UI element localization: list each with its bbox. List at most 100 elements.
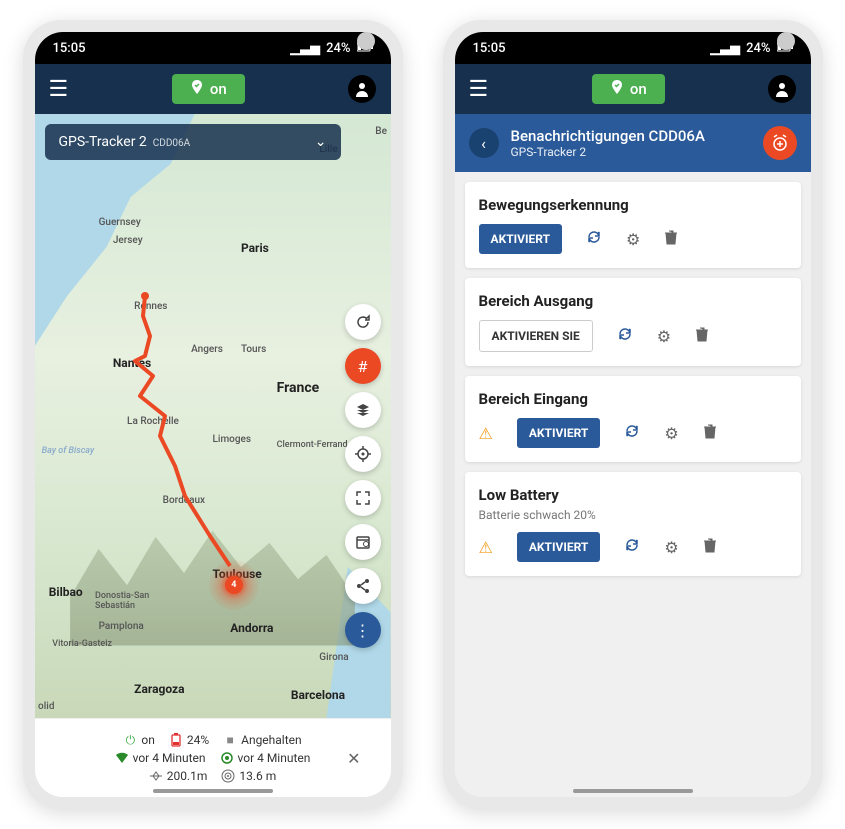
city-label: Zaragoza [134, 682, 184, 696]
sync-icon[interactable] [586, 229, 602, 249]
add-alarm-button[interactable] [763, 126, 797, 160]
notification-card: Bereich Ausgang AKTIVIEREN SIE ⚙ [465, 278, 801, 366]
calendar-button[interactable] [345, 524, 381, 560]
city-label: Nantes [113, 356, 151, 370]
app-header: ☰ on [455, 64, 811, 114]
city-label: Clermont-Ferrand [277, 440, 348, 450]
city-label: Vitoria-Gasteiz [52, 639, 112, 649]
gear-icon[interactable]: ⚙ [664, 424, 678, 443]
info-accuracy: 13.6 m [239, 769, 276, 783]
city-label: Barcelona [291, 688, 345, 702]
altitude-icon [149, 769, 163, 783]
on-label: on [630, 80, 647, 98]
avatar-button[interactable] [348, 75, 376, 103]
phone-frame-notifications: 15:05 ▁▃▅ 24% ☰ on ‹ Benachrichtigungen … [443, 20, 823, 809]
signal-icon: ▁▃▅ [290, 41, 320, 56]
gear-icon[interactable]: ⚙ [664, 538, 678, 557]
card-title: Bereich Ausgang [479, 292, 787, 310]
info-altitude: 200.1m [167, 769, 208, 783]
tracker-dropdown[interactable]: GPS-Tracker 2 CDD06A ⌄ [45, 124, 341, 160]
warning-icon: ⚠ [479, 424, 493, 443]
sea-label: Bay of Biscay [42, 446, 95, 456]
app-header: ☰ on [35, 64, 391, 114]
camera-notch [357, 32, 375, 50]
menu-icon[interactable]: ☰ [469, 77, 489, 102]
trash-icon[interactable] [664, 229, 678, 249]
gear-icon[interactable]: ⚙ [657, 327, 671, 346]
page-title: Benachrichtigungen CDD06A [511, 127, 751, 145]
map-canvas[interactable]: Guernsey Jersey Paris Lille Be Rennes Na… [35, 114, 391, 718]
location-marker[interactable]: 4 [225, 576, 243, 594]
phone-frame-map: 15:05 ▁▃▅ 24% ☰ on Guernsey Jersey Paris… [23, 20, 403, 809]
notifications-header: ‹ Benachrichtigungen CDD06A GPS-Tracker … [455, 114, 811, 172]
city-label: Girona [319, 652, 348, 663]
activate-button[interactable]: AKTIVIERT [517, 418, 601, 448]
layers-button[interactable] [345, 392, 381, 428]
status-bar: 15:05 ▁▃▅ 24% [455, 32, 811, 64]
camera-notch [777, 32, 795, 50]
city-label: olid [38, 701, 54, 712]
signal-icon: ▁▃▅ [710, 41, 740, 56]
menu-icon[interactable]: ☰ [49, 77, 69, 102]
tracker-on-button[interactable]: on [172, 74, 245, 104]
city-label: Donostia-San Sebastián [95, 591, 149, 611]
status-time: 15:05 [53, 41, 86, 56]
screen-map: 15:05 ▁▃▅ 24% ☰ on Guernsey Jersey Paris… [35, 32, 391, 797]
city-label: Angers [191, 344, 223, 355]
info-panel: ⏻on 24% ■Angehalten vor 4 Minuten vor 4 … [35, 718, 391, 797]
card-subtitle: Batterie schwach 20% [479, 508, 787, 522]
status-battery: 24% [746, 41, 770, 56]
home-indicator [153, 789, 273, 793]
tracker-on-button[interactable]: on [592, 74, 665, 104]
sync-icon[interactable] [617, 326, 633, 346]
notification-card: Low Battery Batterie schwach 20% ⚠ AKTIV… [465, 472, 801, 576]
hashtag-button[interactable]: # [345, 348, 381, 384]
activate-button[interactable]: AKTIVIERT [479, 224, 563, 254]
gps-icon [220, 751, 234, 765]
pin-check-icon [610, 80, 624, 98]
avatar-button[interactable] [768, 75, 796, 103]
trash-icon[interactable] [703, 423, 717, 443]
info-wifi-time: vor 4 Minuten [133, 751, 206, 765]
activate-button[interactable]: AKTIVIEREN SIE [479, 320, 593, 352]
more-button[interactable]: ⋮ [345, 612, 381, 648]
on-label: on [210, 80, 227, 98]
info-status: on [141, 733, 154, 747]
locate-button[interactable] [345, 436, 381, 472]
power-icon: ⏻ [123, 733, 137, 747]
city-label: Be [375, 126, 387, 137]
fullscreen-button[interactable] [345, 480, 381, 516]
country-label: Andorra [230, 621, 273, 635]
gear-icon[interactable]: ⚙ [626, 230, 640, 249]
city-label: Bilbao [49, 585, 83, 599]
back-button[interactable]: ‹ [469, 128, 499, 158]
info-gps-time: vor 4 Minuten [238, 751, 311, 765]
pin-check-icon [190, 80, 204, 98]
city-label: Guernsey [99, 217, 141, 228]
warning-icon: ⚠ [479, 538, 493, 557]
status-time: 15:05 [473, 41, 506, 56]
page-subtitle: GPS-Tracker 2 [511, 145, 751, 159]
refresh-button[interactable] [345, 304, 381, 340]
sync-icon[interactable] [624, 423, 640, 443]
dropdown-name: GPS-Tracker 2 [59, 134, 147, 150]
home-indicator [573, 789, 693, 793]
sync-icon[interactable] [624, 537, 640, 557]
screen-notifications: 15:05 ▁▃▅ 24% ☰ on ‹ Benachrichtigungen … [455, 32, 811, 797]
city-label: Paris [241, 241, 269, 255]
sea-region [35, 114, 195, 446]
status-bar: 15:05 ▁▃▅ 24% [35, 32, 391, 64]
city-label: Jersey [113, 235, 143, 246]
accuracy-icon [221, 769, 235, 783]
card-title: Bewegungserkennung [479, 196, 787, 214]
info-battery: 24% [187, 733, 209, 747]
activate-button[interactable]: AKTIVIERT [517, 532, 601, 562]
chevron-down-icon: ⌄ [315, 134, 327, 150]
trash-icon[interactable] [695, 326, 709, 346]
notifications-list[interactable]: Bewegungserkennung AKTIVIERT ⚙ Bereich A… [455, 172, 811, 797]
notification-card: Bewegungserkennung AKTIVIERT ⚙ [465, 182, 801, 268]
share-button[interactable] [345, 568, 381, 604]
city-label: Bordeaux [163, 495, 205, 506]
close-info-icon[interactable]: ✕ [347, 749, 360, 768]
trash-icon[interactable] [703, 537, 717, 557]
